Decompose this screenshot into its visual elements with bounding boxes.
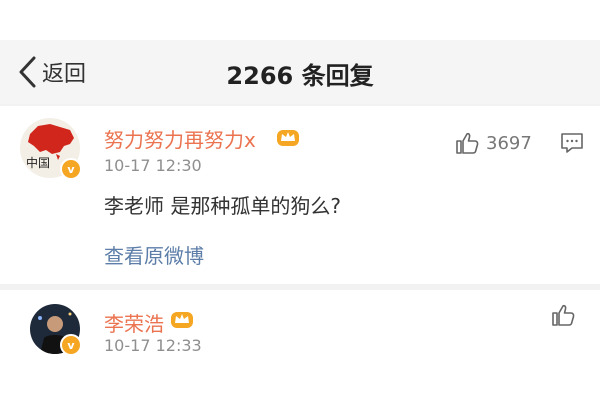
page-title: 2266 条回复 <box>226 62 374 90</box>
verified-icon: v <box>60 334 82 356</box>
reply-button[interactable] <box>560 131 584 159</box>
verified-icon: v <box>60 158 82 180</box>
thumbs-up-icon <box>552 304 575 326</box>
section-divider <box>0 284 600 290</box>
comment-text: 李老师 是那种孤单的狗么? <box>104 194 341 218</box>
like-count: 3697 <box>486 132 532 154</box>
username[interactable]: 努力努力再努力x <box>104 124 256 153</box>
thumbs-up-icon <box>456 132 479 154</box>
timestamp: 10-17 12:30 <box>104 156 202 175</box>
avatar[interactable]: v <box>30 304 82 356</box>
header-bar: 返回 2266 条回复 <box>0 40 600 104</box>
like-button[interactable] <box>550 302 576 328</box>
like-button[interactable]: 3697 <box>454 130 532 156</box>
avatar[interactable]: 中国 v <box>20 118 82 180</box>
avatar-caption: 中国 <box>26 156 51 170</box>
username[interactable]: 李荣浩 <box>104 308 164 337</box>
timestamp: 10-17 12:33 <box>104 336 202 355</box>
crown-icon <box>171 312 193 328</box>
comment-icon <box>561 133 583 153</box>
header-divider <box>0 104 600 106</box>
crown-icon <box>277 130 299 146</box>
bottom-spacer <box>0 360 600 400</box>
view-original-link[interactable]: 查看原微博 <box>104 240 204 269</box>
reply-screen: 返回 2266 条回复 中国 v 努力努力再努力x 10-17 12:30 李老… <box>0 0 600 400</box>
